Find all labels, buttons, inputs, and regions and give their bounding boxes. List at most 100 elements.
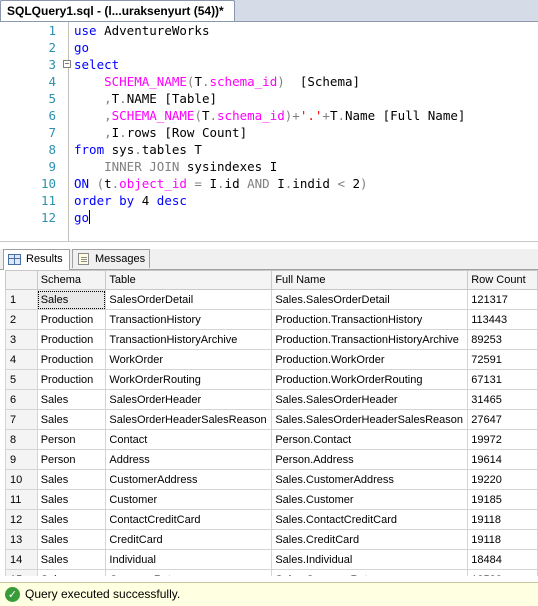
cell-table[interactable]: WorkOrderRouting [105,369,273,390]
cell-row-count[interactable]: 67131 [467,369,538,390]
cell-row-count[interactable]: 19118 [467,509,538,530]
row-number[interactable]: 8 [5,429,38,450]
cell-table[interactable]: WorkOrder [105,349,273,370]
cell-row-count[interactable]: 27647 [467,409,538,430]
cell-full-name[interactable]: Sales.CreditCard [271,529,469,550]
cell-row-count[interactable]: 89253 [467,329,538,350]
cell-full-name[interactable]: Sales.SalesOrderHeader [271,389,469,410]
row-number[interactable]: 5 [5,369,38,390]
table-row[interactable]: 12 Sales ContactCreditCard Sales.ContactCre… [5,509,538,530]
column-header-row-count[interactable]: Row Count [467,270,538,290]
cell-schema[interactable]: Person [36,449,107,470]
row-number[interactable]: 4 [5,349,38,370]
table-row[interactable]: 11 Sales Customer Sales.Customer 19185 [5,489,538,510]
cell-schema[interactable]: Sales [36,409,107,430]
column-header-full-name[interactable]: Full Name [271,270,469,290]
cell-table[interactable]: CustomerAddress [105,469,273,490]
cell-row-count[interactable]: 121317 [467,289,538,310]
table-row[interactable]: 8 Person Contact Person.Contact 19972 [5,429,538,450]
cell-schema[interactable]: Sales [36,289,107,310]
cell-row-count[interactable]: 19118 [467,529,538,550]
cell-table[interactable]: SalesOrderHeaderSalesReason [105,409,273,430]
table-row[interactable]: 6 Sales SalesOrderHeader Sales.SalesOrderHe… [5,389,538,410]
cell-table[interactable]: SalesOrderHeader [105,389,273,410]
cell-full-name[interactable]: Production.WorkOrder [271,349,469,370]
row-number[interactable]: 12 [5,509,38,530]
cell-table[interactable]: TransactionHistory [105,309,273,330]
cell-full-name[interactable]: Person.Contact [271,429,469,450]
table-row[interactable]: 1 Sales SalesOrderDetail Sales.SalesOrderDe… [5,289,538,310]
cell-full-name[interactable]: Production.TransactionHistoryArchive [271,329,469,350]
row-number[interactable]: 1 [5,289,38,310]
cell-schema[interactable]: Sales [36,569,107,576]
cell-row-count[interactable]: 19614 [467,449,538,470]
cell-schema[interactable]: Production [36,309,107,330]
cell-full-name[interactable]: Production.TransactionHistory [271,309,469,330]
cell-row-count[interactable]: 13532 [467,569,538,576]
row-number[interactable]: 15 [5,569,38,576]
cell-table[interactable]: CreditCard [105,529,273,550]
table-row[interactable]: 14 Sales Individual Sales.Individual 18484 [5,549,538,570]
cell-full-name[interactable]: Sales.SalesOrderDetail [271,289,469,310]
row-number[interactable]: 3 [5,329,38,350]
cell-full-name[interactable]: Sales.Individual [271,549,469,570]
table-row[interactable]: 3 Production TransactionHistoryArchive Prod… [5,329,538,350]
cell-table[interactable]: TransactionHistoryArchive [105,329,273,350]
cell-schema[interactable]: Sales [36,549,107,570]
table-row[interactable]: 5 Production WorkOrderRouting Production.Wo… [5,369,538,390]
column-header-table[interactable]: Table [105,270,273,290]
cell-row-count[interactable]: 19185 [467,489,538,510]
cell-full-name[interactable]: Sales.CustomerAddress [271,469,469,490]
table-row[interactable]: 15SalesCurrencyRateSales.CurrencyRate135… [5,569,538,576]
cell-row-count[interactable]: 19220 [467,469,538,490]
table-row[interactable]: 7 Sales SalesOrderHeaderSalesReason Sales.S… [5,409,538,430]
query-editor[interactable]: 1 use AdventureWorks 2 go 3− select 4 SCHEMA_N… [0,22,538,242]
table-row[interactable]: 13 Sales CreditCard Sales.CreditCard 19118 [5,529,538,550]
row-number[interactable]: 14 [5,549,38,570]
cell-full-name[interactable]: Sales.Customer [271,489,469,510]
cell-full-name[interactable]: Sales.CurrencyRate [271,569,469,576]
cell-table[interactable]: Individual [105,549,273,570]
document-tab[interactable]: SQLQuery1.sql - (l...uraksenyurt (54))* [0,0,235,21]
cell-table[interactable]: ContactCreditCard [105,509,273,530]
table-row[interactable]: 10 Sales CustomerAddress Sales.CustomerAddr… [5,469,538,490]
tab-messages[interactable]: Messages [72,249,150,268]
cell-schema[interactable]: Sales [36,389,107,410]
row-number[interactable]: 7 [5,409,38,430]
grid-corner-header[interactable] [5,270,38,290]
row-number[interactable]: 13 [5,529,38,550]
row-number[interactable]: 9 [5,449,38,470]
row-number[interactable]: 2 [5,309,38,330]
tab-results[interactable]: Results [3,249,70,270]
cell-schema[interactable]: Sales [36,509,107,530]
cell-schema[interactable]: Production [36,369,107,390]
cell-table[interactable]: CurrencyRate [105,569,273,576]
cell-row-count[interactable]: 19972 [467,429,538,450]
cell-schema[interactable]: Sales [36,489,107,510]
cell-table[interactable]: Address [105,449,273,470]
cell-row-count[interactable]: 31465 [467,389,538,410]
row-number[interactable]: 10 [5,469,38,490]
cell-table[interactable]: SalesOrderDetail [105,289,273,310]
cell-full-name[interactable]: Person.Address [271,449,469,470]
cell-table[interactable]: Contact [105,429,273,450]
cell-schema[interactable]: Sales [36,529,107,550]
cell-full-name[interactable]: Sales.ContactCreditCard [271,509,469,530]
cell-table[interactable]: Customer [105,489,273,510]
cell-full-name[interactable]: Sales.SalesOrderHeaderSalesReason [271,409,469,430]
row-number[interactable]: 11 [5,489,38,510]
cell-row-count[interactable]: 72591 [467,349,538,370]
cell-schema[interactable]: Person [36,429,107,450]
fold-collapse-icon[interactable]: − [63,60,71,68]
cell-row-count[interactable]: 18484 [467,549,538,570]
table-row[interactable]: 2 Production TransactionHistory Production.… [5,309,538,330]
cell-schema[interactable]: Production [36,349,107,370]
column-header-schema[interactable]: Schema [36,270,107,290]
row-number[interactable]: 6 [5,389,38,410]
table-row[interactable]: 9 Person Address Person.Address 19614 [5,449,538,470]
table-row[interactable]: 4 Production WorkOrder Production.WorkOrder… [5,349,538,370]
cell-schema[interactable]: Production [36,329,107,350]
cell-schema[interactable]: Sales [36,469,107,490]
cell-row-count[interactable]: 113443 [467,309,538,330]
results-grid[interactable]: Schema Table Full Name Row Count 1 Sales S… [5,270,538,576]
